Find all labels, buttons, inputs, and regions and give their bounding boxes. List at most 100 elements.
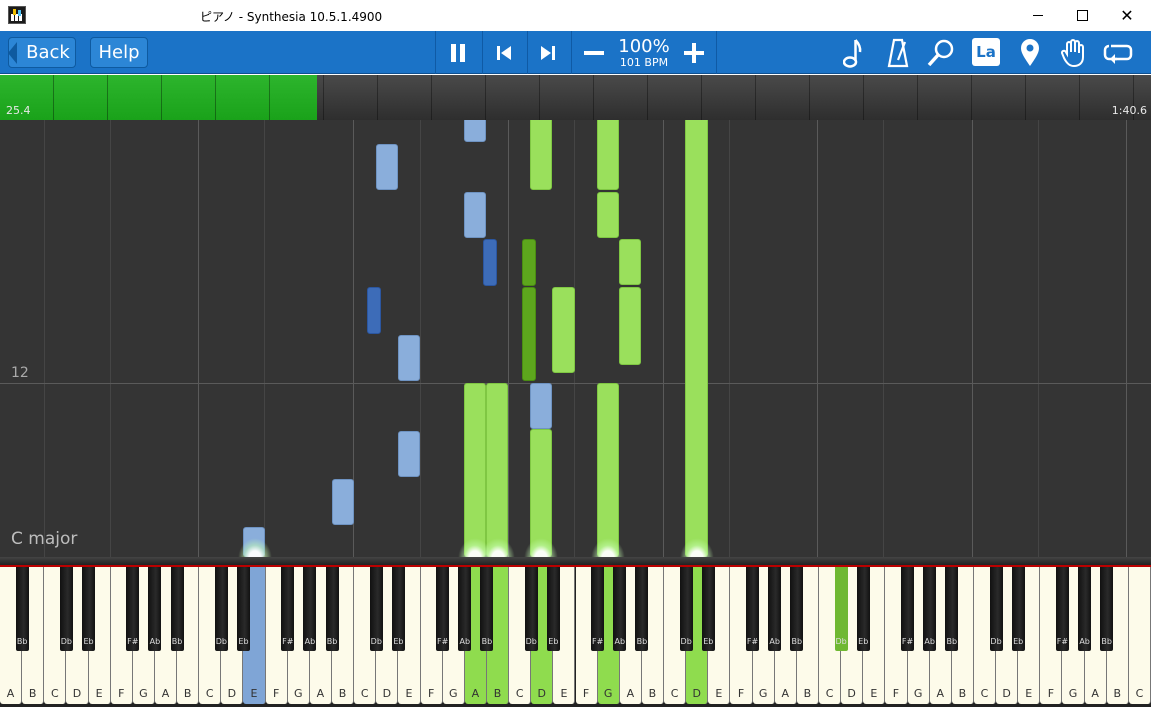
keyboard-rail [0,557,1151,565]
key-label: Ab [459,637,471,646]
key-label: Bb [481,637,493,646]
close-button[interactable]: ✕ [1104,0,1150,31]
key-label: A [626,687,635,700]
black-key-ab[interactable]: Ab [303,567,317,651]
black-key-f-sharp[interactable]: F# [591,567,605,651]
black-key-bb[interactable]: Bb [325,567,339,651]
la-icon[interactable]: La [972,38,1000,66]
key-guide-line [264,120,265,557]
synthesia-app-icon [8,6,26,24]
black-key-bb[interactable]: Bb [480,567,494,651]
key-label: C [670,687,679,700]
black-key-bb[interactable]: Bb [15,567,29,651]
key-label: Bb [791,637,803,646]
key-label: C [825,687,834,700]
black-key-eb[interactable]: Eb [236,567,250,651]
loop-icon[interactable] [1100,37,1136,68]
black-key-ab[interactable]: Ab [458,567,472,651]
black-key-f-sharp[interactable]: F# [126,567,140,651]
white-key-c[interactable]: C [1128,567,1151,704]
black-key-db[interactable]: Db [679,567,693,651]
black-key-db[interactable]: Db [524,567,538,651]
key-label: E [715,687,723,700]
black-key-db[interactable]: Db [59,567,73,651]
key-label: Eb [238,637,249,646]
key-label: Eb [83,637,94,646]
key-label: Bb [326,637,338,646]
black-key-eb[interactable]: Eb [391,567,405,651]
key-label: B [183,687,192,700]
key-label: A [1091,687,1099,700]
pause-icon[interactable] [440,37,476,68]
black-key-ab[interactable]: Ab [1078,567,1092,651]
key-label: F [118,687,125,700]
black-key-db[interactable]: Db [369,567,383,651]
black-key-eb[interactable]: Eb [82,567,96,651]
metronome-icon[interactable] [880,37,916,68]
key-label: Ab [614,637,626,646]
black-key-db[interactable]: Db [989,567,1003,651]
black-key-bb[interactable]: Bb [635,567,649,651]
title-bar: ピアノ - Synthesia 10.5.1.4900 ✕ [0,0,1151,31]
key-label: Ab [924,637,935,646]
falling-note [464,383,486,557]
black-key-bb[interactable]: Bb [170,567,184,651]
black-key-ab[interactable]: Ab [768,567,782,651]
key-label: Eb [1013,637,1024,646]
black-key-f-sharp[interactable]: F# [901,567,915,651]
key-label: F [1047,687,1055,700]
key-label: F# [746,637,759,646]
black-key-f-sharp[interactable]: F# [281,567,295,651]
black-key-f-sharp[interactable]: F# [746,567,760,651]
key-label: Bb [636,637,648,646]
minimize-button[interactable] [1015,0,1061,31]
black-key-eb[interactable]: Eb [546,567,560,651]
key-label: F [582,687,590,700]
black-key-eb[interactable]: Eb [701,567,715,651]
falling-note [597,120,619,190]
minus-icon[interactable] [576,37,612,68]
skip-forward-icon[interactable] [530,37,566,68]
falling-note [552,287,575,373]
help-button[interactable]: Help [90,37,148,68]
key-label: A [781,687,790,700]
toolbar: Back Help 100% 101 BPM La [0,31,1151,74]
magnifier-icon[interactable] [923,37,959,68]
black-key-ab[interactable]: Ab [148,567,162,651]
black-key-f-sharp[interactable]: F# [436,567,450,651]
location-pin-icon[interactable] [1012,37,1048,68]
falling-note [398,431,420,477]
note-icon[interactable] [835,37,871,68]
toolbar-separator [527,31,528,74]
black-key-ab[interactable]: Ab [923,567,937,651]
key-label: F# [901,637,914,646]
key-guide-line [44,120,45,557]
key-label: E [870,687,878,700]
black-key-bb[interactable]: Bb [1100,567,1114,651]
hit-sparkle [481,538,515,557]
black-key-f-sharp[interactable]: F# [1055,567,1069,651]
hit-sparkle [591,538,625,557]
song-progress-bar[interactable]: 25.4 1:40.6 [0,75,1151,120]
key-label: D [1002,687,1011,700]
black-key-db[interactable]: Db [214,567,228,651]
key-label: F [892,687,900,700]
black-key-eb[interactable]: Eb [1011,567,1025,651]
black-key-ab[interactable]: Ab [613,567,627,651]
falling-note [619,239,641,285]
black-key-bb[interactable]: Bb [945,567,959,651]
key-label: A [936,687,944,700]
skip-back-icon[interactable] [486,37,522,68]
hit-sparkle [680,538,714,557]
hit-sparkle [524,538,558,557]
plus-icon[interactable] [676,37,712,68]
black-key-eb[interactable]: Eb [856,567,870,651]
hand-icon[interactable] [1056,37,1092,68]
falling-note [597,192,619,238]
black-key-bb[interactable]: Bb [790,567,804,651]
key-label: G [294,687,303,700]
maximize-button[interactable] [1059,0,1105,31]
key-guide-line [729,120,730,557]
black-key-db[interactable]: Db [834,567,848,651]
back-button[interactable]: Back [8,37,76,68]
